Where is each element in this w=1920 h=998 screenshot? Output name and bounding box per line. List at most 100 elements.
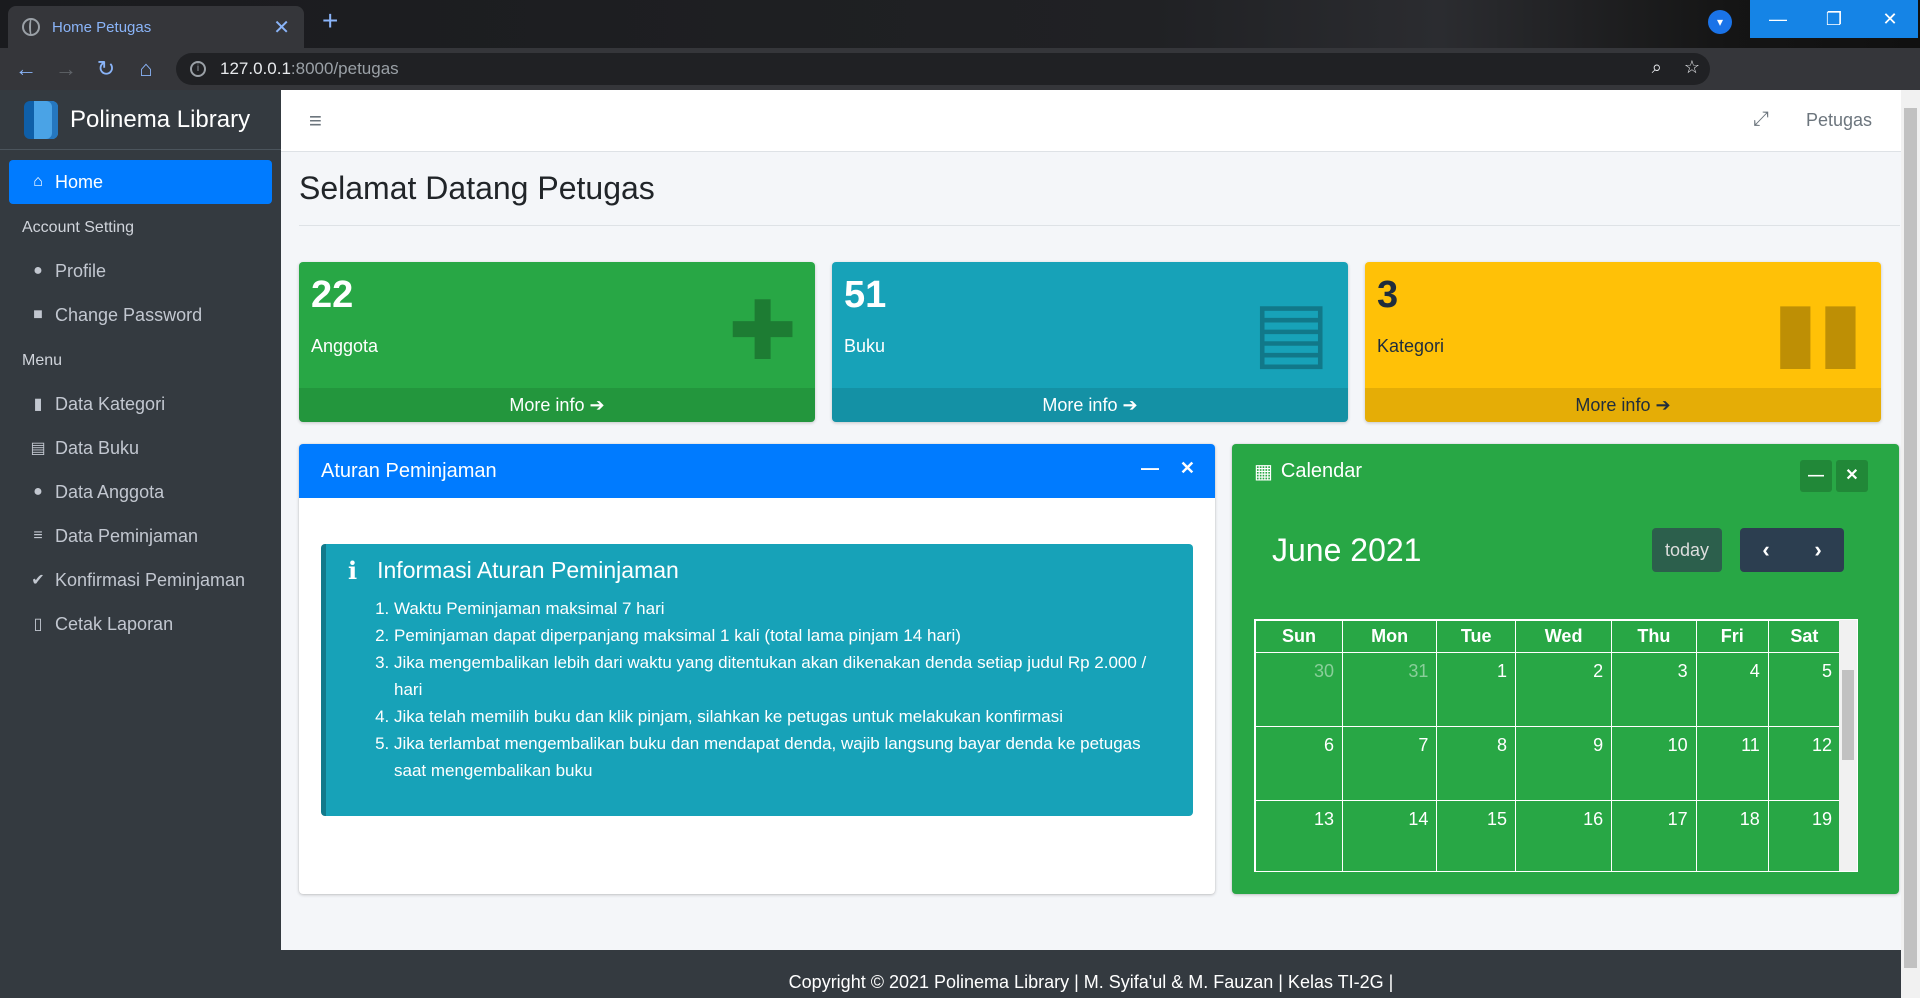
close-icon[interactable]: ✕ xyxy=(1180,458,1195,479)
calendar-day[interactable]: 11 xyxy=(1695,726,1769,801)
site-info-icon[interactable]: i xyxy=(190,61,206,77)
minimize-button[interactable]: — xyxy=(1750,0,1806,38)
page-scrollbar[interactable] xyxy=(1901,90,1920,998)
stat-value: 51 xyxy=(844,274,887,316)
browser-tab[interactable]: Home Petugas ✕ xyxy=(8,6,304,48)
calendar-nav: ‹ › xyxy=(1740,528,1844,572)
calendar-day[interactable]: 1 xyxy=(1436,652,1517,727)
brand-text: Polinema Library xyxy=(70,105,251,133)
zoom-icon[interactable]: ⌕ xyxy=(1652,57,1662,78)
calendar-day[interactable]: 14 xyxy=(1341,800,1438,871)
calendar-day[interactable]: 2 xyxy=(1515,652,1613,727)
calendar-day[interactable]: 18 xyxy=(1695,800,1769,871)
book-icon: ▤ xyxy=(1252,286,1330,377)
browser-tab-strip: Home Petugas ✕ + ▾ — ❐ ✕ xyxy=(0,0,1920,48)
day-header: Mon xyxy=(1341,620,1438,653)
stat-label: Kategori xyxy=(1377,336,1445,356)
collapse-icon[interactable]: — xyxy=(1141,458,1159,479)
list-item: Jika mengembalikan lebih dari waktu yang… xyxy=(394,649,1154,703)
calendar-day[interactable]: 16 xyxy=(1515,800,1613,871)
list-item: Jika telah memilih buku dan klik pinjam,… xyxy=(394,703,1193,730)
day-header: Wed xyxy=(1515,620,1613,653)
day-header: Tue xyxy=(1436,620,1517,653)
sidebar-item-cetak-laporan[interactable]: ▯ Cetak Laporan xyxy=(9,602,272,646)
fullscreen-icon[interactable]: ⤢ xyxy=(1753,108,1769,131)
calendar-day[interactable]: 7 xyxy=(1341,726,1438,801)
bookmark-star-icon[interactable]: ☆ xyxy=(1684,57,1700,78)
sidebar-item-data-anggota[interactable]: ● Data Anggota xyxy=(9,470,272,514)
book-icon: ▤ xyxy=(30,440,46,457)
sidebar-item-label: Data Peminjaman xyxy=(55,525,199,546)
calendar-day[interactable]: 31 xyxy=(1341,652,1438,727)
forward-icon[interactable]: → xyxy=(46,56,86,82)
calendar-day[interactable]: 8 xyxy=(1436,726,1517,801)
info-callout: i Informasi Aturan Peminjaman Waktu Pemi… xyxy=(321,544,1193,816)
brand-link[interactable]: Polinema Library xyxy=(0,90,281,150)
collapse-button[interactable]: — xyxy=(1800,460,1832,492)
calendar-scrollbar[interactable] xyxy=(1839,620,1857,871)
lock-icon: ■ xyxy=(33,306,43,323)
calendar-day[interactable]: 9 xyxy=(1515,726,1613,801)
sidebar-item-profile[interactable]: ● Profile xyxy=(9,249,272,293)
calendar-day[interactable]: 19 xyxy=(1767,800,1842,871)
sidebar-item-data-peminjaman[interactable]: ≡ Data Peminjaman xyxy=(9,514,272,558)
sidebar-header-account: Account Setting xyxy=(22,219,135,236)
calendar-day[interactable]: 4 xyxy=(1695,652,1769,727)
sidebar-item-data-buku[interactable]: ▤ Data Buku xyxy=(9,426,272,470)
sidebar-item-home[interactable]: ⌂ Home xyxy=(9,160,272,204)
sidebar: Polinema Library ⌂ Home Account Setting … xyxy=(0,90,281,998)
card-title: Aturan Peminjaman xyxy=(321,459,497,482)
more-info-link[interactable]: More info ➔ xyxy=(1365,388,1881,422)
menu-toggle-icon[interactable]: ≡ xyxy=(309,108,322,134)
check-circle-icon: ✔ xyxy=(31,572,45,589)
top-navbar: ≡ ⤢ Petugas xyxy=(281,90,1901,152)
close-button[interactable]: ✕ xyxy=(1836,460,1868,492)
stat-label: Anggota xyxy=(311,336,379,356)
tab-title: Home Petugas xyxy=(52,18,152,36)
calendar-day[interactable]: 3 xyxy=(1611,652,1697,727)
more-info-link[interactable]: More info ➔ xyxy=(299,388,815,422)
book-open-icon: ▮ xyxy=(33,396,43,413)
reload-icon[interactable]: ↻ xyxy=(86,56,126,82)
close-tab-icon[interactable]: ✕ xyxy=(273,15,290,40)
sidebar-item-konfirmasi-peminjaman[interactable]: ✔ Konfirmasi Peminjaman xyxy=(9,558,272,602)
users-icon: ● xyxy=(33,483,43,500)
today-button[interactable]: today xyxy=(1652,528,1722,572)
user-icon: ● xyxy=(33,262,43,279)
scrollbar-thumb[interactable] xyxy=(1904,108,1917,968)
calendar-day[interactable]: 10 xyxy=(1611,726,1697,801)
day-header: Fri xyxy=(1695,620,1769,653)
calendar-day[interactable]: 5 xyxy=(1767,652,1842,727)
calendar-day[interactable]: 6 xyxy=(1255,726,1343,801)
calendar-day[interactable]: 17 xyxy=(1611,800,1697,871)
sidebar-item-data-kategori[interactable]: ▮ Data Kategori xyxy=(9,382,272,426)
arrow-circle-right-icon: ➔ xyxy=(1122,395,1138,415)
address-bar[interactable]: i 127.0.0.1:8000/petugas ⌕ ☆ xyxy=(176,53,1710,85)
close-window-button[interactable]: ✕ xyxy=(1862,0,1918,38)
footer-text: Copyright © 2021 Polinema Library | M. S… xyxy=(788,972,1394,992)
back-icon[interactable]: ← xyxy=(6,56,46,82)
prev-month-button[interactable]: ‹ xyxy=(1740,528,1792,572)
divider xyxy=(299,225,1900,226)
calendar-day[interactable]: 13 xyxy=(1255,800,1343,871)
calendar-day[interactable]: 15 xyxy=(1436,800,1517,871)
calendar-day[interactable]: 30 xyxy=(1255,652,1343,727)
book-open-icon: ▮▮ xyxy=(1772,286,1863,377)
user-menu[interactable]: Petugas xyxy=(1806,110,1872,131)
more-info-link[interactable]: More info ➔ xyxy=(832,388,1348,422)
sidebar-item-label: Change Password xyxy=(55,304,203,325)
list-item: Waktu Peminjaman maksimal 7 hari xyxy=(394,595,1193,622)
maximize-button[interactable]: ❐ xyxy=(1806,0,1862,38)
calendar-day[interactable]: 12 xyxy=(1767,726,1842,801)
home-icon[interactable]: ⌂ xyxy=(126,56,166,82)
library-logo-icon xyxy=(24,100,58,139)
new-tab-button[interactable]: + xyxy=(322,6,338,36)
day-header: Thu xyxy=(1611,620,1697,653)
browser-update-icon[interactable]: ▾ xyxy=(1708,10,1732,34)
scrollbar-thumb[interactable] xyxy=(1842,670,1854,760)
calendar-card: ▦ Calendar — ✕ June 2021 today ‹ › Sun M… xyxy=(1232,444,1899,894)
sidebar-item-change-password[interactable]: ■ Change Password xyxy=(9,293,272,337)
page-footer: Copyright © 2021 Polinema Library | M. S… xyxy=(281,950,1901,998)
home-icon: ⌂ xyxy=(33,173,43,190)
next-month-button[interactable]: › xyxy=(1792,528,1844,572)
